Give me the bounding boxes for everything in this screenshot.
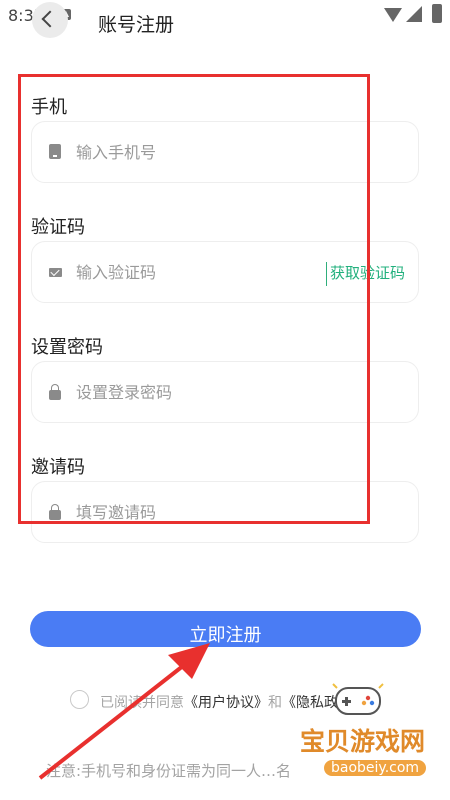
gamepad-mascot-icon [332,683,384,715]
watermark-domain: baobeiy.com [324,760,427,776]
watermark-title: 宝贝游戏网 [300,727,426,756]
watermark-logo: 宝贝游戏网 baobeiy.com [300,678,450,788]
